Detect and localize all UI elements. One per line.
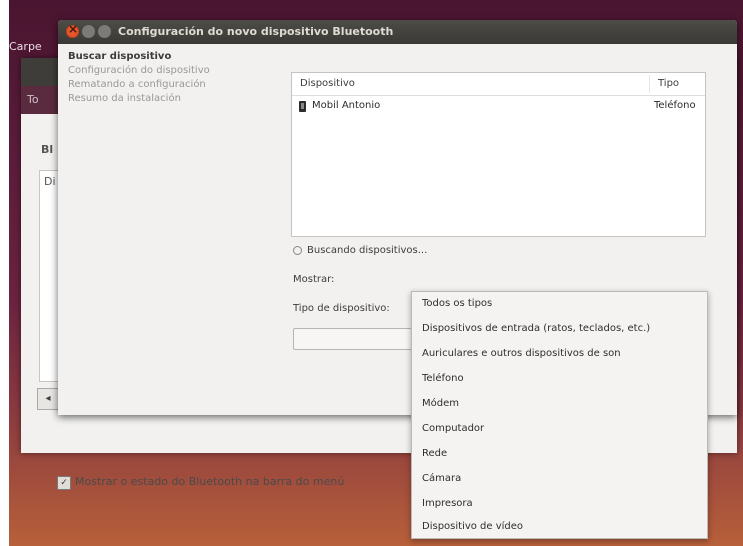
bg-heading: Bl [41,143,54,156]
column-header-type[interactable]: Tipo [658,78,679,89]
dialog-title: Configuración do novo dispositivo Blueto… [118,25,394,38]
device-type: Teléfono [654,100,696,111]
show-bluetooth-status-label: Mostrar o estado do Bluetooth na barra d… [75,475,345,488]
dropdown-item-phone[interactable]: Teléfono [422,373,464,384]
desktop-background: Carpe To Bl Di ◂ iar ✓ Mostrar o estado … [9,0,743,546]
dropdown-item-printer[interactable]: Impresora [422,498,473,509]
dialog-titlebar: Configuración do novo dispositivo Blueto… [58,20,737,44]
device-type-dropdown[interactable]: Todos os tipos Dispositivos de entrada (… [411,291,708,539]
device-name: Mobil Antonio [312,100,381,111]
dropdown-item-modem[interactable]: Módem [422,398,459,409]
dropdown-item-network[interactable]: Rede [422,448,447,459]
phone-icon [299,101,306,112]
maximize-window-button[interactable] [98,25,111,38]
show-label: Mostrar: [293,274,335,285]
dropdown-item-video[interactable]: Dispositivo de vídeo [422,521,523,532]
column-divider [649,75,650,93]
show-bluetooth-status-checkbox[interactable]: ✓ [57,476,71,490]
searching-text: Buscando dispositivos... [307,245,428,256]
bg-toolbar-stub: To [27,93,39,106]
dropdown-item-input-devices[interactable]: Dispositivos de entrada (ratos, teclados… [422,323,650,334]
bg-nav-arrow-button[interactable]: ◂ [37,388,59,410]
bg-list-stub: Di [44,175,56,188]
column-header-device[interactable]: Dispositivo [300,78,355,89]
device-type-label: Tipo de dispositivo: [293,303,390,314]
dropdown-item-computer[interactable]: Computador [422,423,484,434]
dropdown-item-camera[interactable]: Cámara [422,473,461,484]
step-device-config: Configuración do dispositivo [68,65,210,76]
left-white-strip [0,0,9,546]
dropdown-item-all-types[interactable]: Todos os tipos [422,298,492,309]
searching-status: Buscando dispositivos... [293,245,427,256]
device-table[interactable]: Dispositivo Tipo Mobil Antonio Teléfono [291,72,706,237]
table-row[interactable]: Mobil Antonio Teléfono [292,99,705,117]
step-finishing: Rematando a configuración [68,79,206,90]
step-summary: Resumo da instalación [68,93,181,104]
device-table-header: Dispositivo Tipo [292,73,705,96]
step-search-device: Buscar dispositivo [68,51,172,62]
minimize-window-button[interactable] [82,25,95,38]
spinner-icon [293,245,302,255]
desktop-folder-label[interactable]: Carpe [9,40,42,53]
dropdown-item-headsets[interactable]: Auriculares e outros dispositivos de son [422,348,621,359]
setup-steps: Buscar dispositivo Configuración do disp… [68,50,210,106]
close-window-button[interactable] [66,22,79,38]
